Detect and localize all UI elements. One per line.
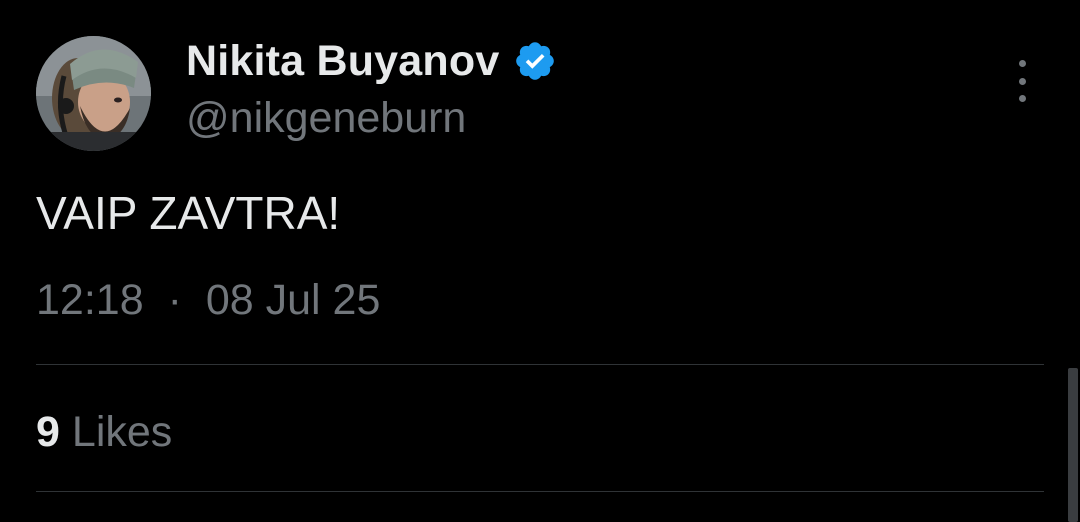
likes-stat[interactable]: 9 Likes [36,408,172,457]
avatar[interactable] [36,36,151,151]
display-name[interactable]: Nikita Buyanov [186,37,499,86]
tweet-time[interactable]: 12:18 [36,276,144,324]
more-dot [1018,77,1026,85]
tweet-text: VAIP ZAVTRA! [36,187,341,239]
verified-badge-icon[interactable] [513,39,557,83]
scrollbar[interactable] [1068,368,1078,522]
divider [36,364,1044,365]
avatar-image [36,36,151,151]
more-vertical-icon[interactable] [1008,60,1036,102]
tweet-meta: 12:18 · 08 Jul 25 [36,276,380,325]
divider [36,491,1044,492]
meta-separator: · [167,276,182,324]
likes-label: Likes [71,408,173,456]
more-dot [1018,95,1026,102]
likes-count: 9 [36,408,60,456]
more-dot [1018,60,1026,67]
author-block: Nikita Buyanov @nikgeneburn [186,30,557,143]
tweet-detail: Nikita Buyanov @nikgeneburn VAIP ZAVTRA!… [0,0,1080,522]
handle[interactable]: @nikgeneburn [186,94,557,143]
tweet-date[interactable]: 08 Jul 25 [206,276,381,324]
name-row: Nikita Buyanov [186,30,557,92]
